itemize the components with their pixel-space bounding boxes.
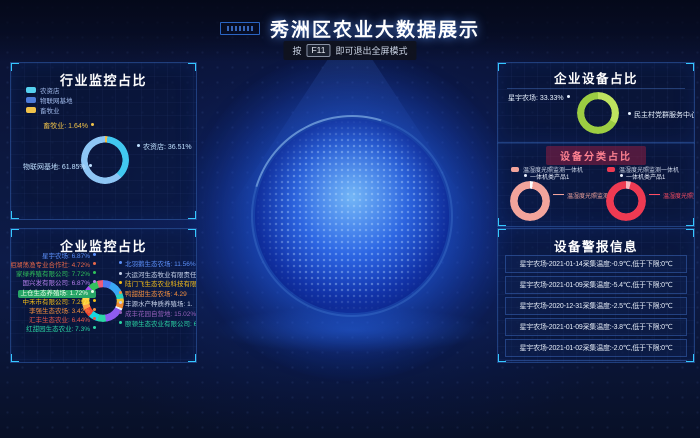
tip-prefix: 按: [292, 44, 301, 57]
alarm-row: 星宇农场-2020-12-31采集温度:-2.5℃,低于下限:0℃: [505, 297, 687, 315]
chart-callout: 李强生态农场: 3.42%: [29, 308, 96, 316]
corner-decoration: [686, 218, 695, 227]
corner-decoration: [10, 211, 19, 220]
title-row: 秀洲区农业大数据展示: [0, 0, 700, 42]
class-right-donut-chart[interactable]: [606, 181, 646, 221]
panel-device-classification: 设备分类占比 温湿度光照监测一体机 一体机类产品1 温湿度光照监测一 温湿度光照…: [497, 142, 695, 227]
corner-decoration: [188, 354, 197, 363]
chart-callout: 颐顿生态农业有限公司: 6.87: [119, 321, 197, 329]
fullscreen-tip: 按 F11 即可退出全屏模式: [283, 41, 416, 60]
sub-panel-title: 设备分类占比: [546, 146, 646, 165]
alarm-row: 星宇农场-2021-01-09采集温度:-5.4℃,低于下限:0℃: [505, 276, 687, 294]
legend-label: 畜牧业: [40, 105, 60, 115]
header: 秀洲区农业大数据展示 按 F11 即可退出全屏模式: [0, 0, 700, 62]
legend-swatch: [511, 167, 519, 172]
legend-item[interactable]: 物联网基地: [26, 95, 73, 105]
panel-industry-ratio: 行业监控占比 农资店 物联网基地 畜牧业 畜牧业: 1.64% 农资店: 36.…: [10, 62, 197, 220]
panel-enterprise-ratio: 企业监控占比 星宇农场: 6.87% 相湖荡渔专业合作社: 4.72% 家绿养殖…: [10, 228, 197, 363]
class-left-donut-chart[interactable]: [510, 181, 550, 221]
header-logo: [220, 22, 260, 35]
corner-decoration: [497, 62, 506, 71]
chart-callout: 家绿养殖有限公司: 7.72%: [16, 271, 96, 279]
corner-decoration: [497, 354, 506, 363]
panel-alarm-info: 设备警报信息 星宇农场-2021-01-14采集温度:-0.9℃,低于下限:0℃…: [497, 228, 695, 363]
chart-callout: 星宇农场: 6.87%: [42, 253, 96, 261]
legend-label: 温湿度光照监测一体机: [619, 165, 679, 174]
corner-decoration: [497, 228, 506, 237]
f11-key-icon: F11: [306, 44, 330, 57]
chart-callout: 星宇农场: 33.33%: [508, 95, 570, 103]
alarm-row: 星宇农场-2021-01-14采集温度:-0.9℃,低于下限:0℃: [505, 255, 687, 273]
corner-decoration: [188, 62, 197, 71]
chart-callout: 鸭甜甜生态农场: 4.29: [119, 291, 187, 299]
tip-suffix: 即可退出全屏模式: [336, 44, 408, 57]
chart-callout: 红甜园生态农业: 7.3%: [26, 326, 96, 334]
dashboard-root: 秀洲区农业大数据展示 按 F11 即可退出全屏模式 行业监控占比 农资店 物联网…: [0, 0, 700, 438]
chart-callout: 温湿度光照监测一: [649, 193, 695, 201]
chart-callout: 国兴发有限公司: 6.87%: [22, 280, 96, 288]
corner-decoration: [497, 218, 506, 227]
alarm-row: 星宇农场-2021-01-09采集温度:-0.9℃,低于下限:0℃: [505, 360, 687, 363]
chart-callout: 畜牧业: 1.64%: [43, 123, 94, 131]
chart-callout: 成丰花园自营地: 15.02%: [119, 311, 196, 319]
legend-label: 物联网基地: [40, 95, 73, 105]
chart-callout: 陆门飞生态农业科技有限公: [119, 281, 197, 289]
legend-swatch: [607, 167, 615, 172]
legend-swatch: [26, 97, 36, 103]
legend-swatch: [26, 87, 36, 93]
corner-decoration: [10, 354, 19, 363]
device-donut-chart[interactable]: [577, 92, 619, 134]
divider: [507, 88, 685, 89]
legend-swatch: [26, 107, 36, 113]
chart-callout: 丰源水产种质养殖场: 1.: [119, 301, 193, 309]
page-title: 秀洲区农业大数据展示: [270, 15, 480, 42]
corner-decoration: [188, 211, 197, 220]
corner-decoration: [10, 228, 19, 237]
corner-decoration: [686, 228, 695, 237]
industry-donut-chart[interactable]: [81, 136, 129, 184]
corner-decoration: [188, 228, 197, 237]
chart-callout: 民主村党群服务中心:: [628, 112, 695, 120]
alarm-list: 星宇农场-2021-01-14采集温度:-0.9℃,低于下限:0℃ 星宇农场-2…: [505, 255, 687, 363]
chart-callout: 相湖荡渔专业合作社: 4.72%: [10, 262, 96, 270]
chart-callout: 物联网基地: 61.85%: [23, 164, 92, 172]
chart-callout: 汇丰生态农业: 6.44%: [29, 317, 96, 325]
panel-device-ratio: 企业设备占比 星宇农场: 33.33% 民主村党群服务中心:: [497, 62, 695, 144]
alarm-row: 星宇农场-2021-01-02采集温度:-2.0℃,低于下限:0℃: [505, 339, 687, 357]
corner-decoration: [686, 354, 695, 363]
legend-label: 温湿度光照监测一体机: [523, 165, 583, 174]
chart-callout: 北羽鹅生态农场: 11.56%: [119, 261, 196, 269]
alarm-row: 星宇农场-2021-01-09采集温度:-3.8℃,低于下限:0℃: [505, 318, 687, 336]
chart-callout: 农资店: 36.51%: [137, 144, 192, 152]
panel-title: 企业监控占比: [11, 229, 196, 255]
corner-decoration: [686, 62, 695, 71]
chart-callout: 中禾市有限公司: 7.29%: [22, 299, 96, 307]
chart-callout: 大运河生态牧业有限责任公: [119, 272, 197, 280]
legend-label: 农资店: [40, 85, 60, 95]
legend-item[interactable]: 温湿度光照监测一体机: [511, 165, 583, 174]
globe-visualization: [255, 119, 449, 313]
legend-item[interactable]: 畜牧业: [26, 105, 60, 115]
legend-item[interactable]: 农资店: [26, 85, 60, 95]
panel-title: 设备警报信息: [498, 229, 694, 255]
legend-item[interactable]: 温湿度光照监测一体机: [607, 165, 679, 174]
panel-title: 企业设备占比: [498, 63, 694, 87]
corner-decoration: [10, 62, 19, 71]
chart-callout: 上仓生态养殖场: 1.72%: [18, 290, 96, 298]
